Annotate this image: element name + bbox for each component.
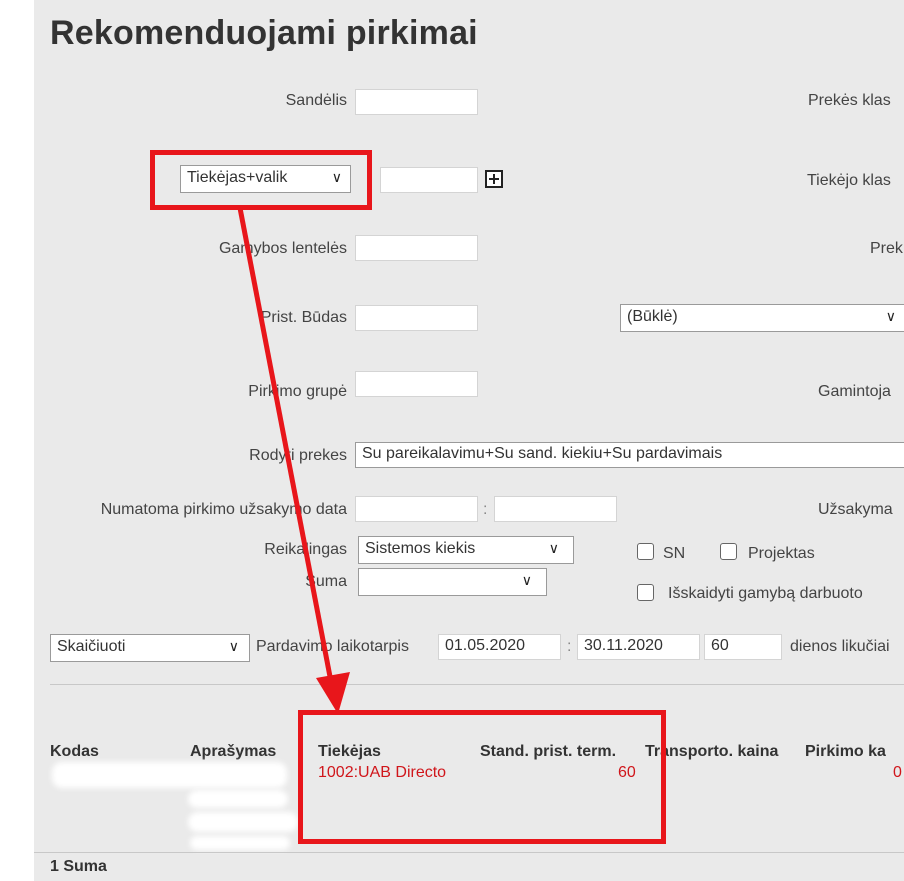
annotation-arrow-icon (237, 207, 350, 714)
